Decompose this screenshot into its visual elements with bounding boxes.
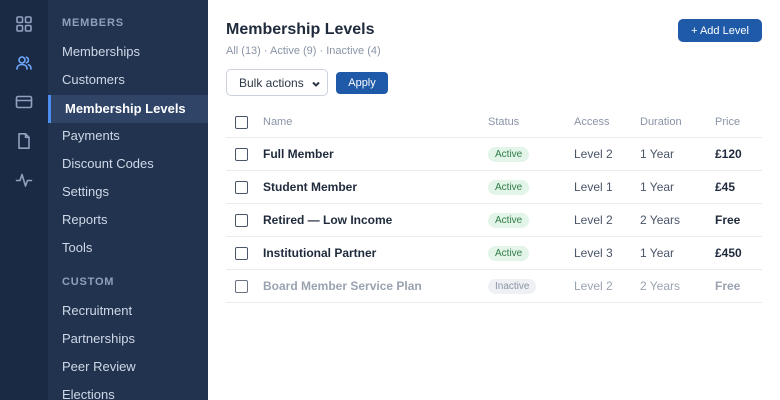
duration: 1 Year (640, 147, 675, 161)
row-check-cell (235, 237, 248, 269)
level-name[interactable]: Full Member (263, 138, 334, 170)
level-name[interactable]: Retired — Low Income (263, 204, 392, 236)
sidebar-item-recruitment[interactable]: Recruitment (48, 297, 208, 325)
apply-button[interactable]: Apply (336, 72, 388, 94)
duration: 1 Year (640, 180, 675, 194)
sidebar-item-tools[interactable]: Tools (48, 234, 208, 262)
status-badge: Active (488, 146, 530, 162)
page-title: Membership Levels (226, 21, 375, 38)
access-level: Level 2 (574, 213, 613, 227)
grid-icon[interactable] (14, 14, 34, 34)
column-header-price[interactable]: Price (715, 107, 740, 137)
access-level: Level 2 (574, 147, 613, 161)
sidebar-item-discount-codes[interactable]: Discount Codes (48, 150, 208, 178)
row-checkbox[interactable] (235, 213, 248, 227)
sidebar-item-payments[interactable]: Payments (48, 122, 208, 150)
add-level-button[interactable]: + Add Level (678, 19, 762, 42)
main-content: Membership Levels All (13) · Active (9) … (208, 0, 780, 400)
sidebar-item-partnerships[interactable]: Partnerships (48, 325, 208, 353)
select-all-cell (235, 107, 248, 137)
activity-icon[interactable] (14, 170, 34, 190)
access-level: Level 1 (574, 180, 613, 194)
row-checkbox[interactable] (235, 246, 248, 260)
sidebar-item-reports[interactable]: Reports (48, 206, 208, 234)
sidebar-heading-members: MEMBERS (62, 17, 124, 29)
row-checkbox[interactable] (235, 147, 248, 161)
status-cell: Inactive (488, 270, 537, 302)
column-header-name[interactable]: Name (263, 107, 292, 137)
duration: 2 Years (640, 213, 681, 227)
bulk-actions-label: Bulk actions (239, 75, 304, 90)
status-cell: Active (488, 204, 530, 236)
status-cell: Active (488, 138, 530, 170)
level-name[interactable]: Board Member Service Plan (263, 270, 422, 302)
sidebar-item-settings[interactable]: Settings (48, 178, 208, 206)
access-level: Level 2 (574, 279, 613, 293)
sidebar-item-memberships[interactable]: Memberships (48, 38, 208, 66)
icon-rail (0, 0, 48, 400)
sidebar: MEMBERS Memberships Customers Membership… (48, 0, 208, 400)
table-row[interactable]: Full Member Active Level 2 1 Year £120 (226, 138, 762, 171)
access-level: Level 3 (574, 246, 613, 260)
chevron-down-icon (311, 78, 321, 88)
sidebar-item-customers[interactable]: Customers (48, 66, 208, 94)
price: Free (715, 213, 741, 227)
table-row[interactable]: Retired — Low Income Active Level 2 2 Ye… (226, 204, 762, 237)
table-row[interactable]: Student Member Active Level 1 1 Year £45 (226, 171, 762, 204)
status-badge: Active (488, 212, 530, 228)
status-badge: Active (488, 245, 530, 261)
level-name[interactable]: Institutional Partner (263, 237, 376, 269)
table-header: Name Status Access Duration Price (226, 107, 762, 138)
row-check-cell (235, 204, 248, 236)
price: £450 (715, 246, 742, 260)
column-header-access[interactable]: Access (574, 107, 609, 137)
table-row[interactable]: Institutional Partner Active Level 3 1 Y… (226, 237, 762, 270)
price: Free (715, 279, 741, 293)
sidebar-heading-custom: CUSTOM (62, 276, 115, 288)
status-badge: Inactive (488, 278, 537, 294)
row-checkbox[interactable] (235, 180, 248, 194)
duration: 2 Years (640, 279, 681, 293)
row-check-cell (235, 270, 248, 302)
bulk-actions-select[interactable]: Bulk actions (226, 69, 328, 96)
status-filters[interactable]: All (13) · Active (9) · Inactive (4) (226, 45, 381, 57)
row-check-cell (235, 138, 248, 170)
status-badge: Active (488, 179, 530, 195)
document-icon[interactable] (14, 131, 34, 151)
price: £120 (715, 147, 742, 161)
table-row[interactable]: Board Member Service Plan Inactive Level… (226, 270, 762, 303)
row-check-cell (235, 171, 248, 203)
column-header-status[interactable]: Status (488, 107, 519, 137)
duration: 1 Year (640, 246, 675, 260)
column-header-duration[interactable]: Duration (640, 107, 682, 137)
card-icon[interactable] (14, 92, 34, 112)
select-all-checkbox[interactable] (235, 115, 248, 129)
row-checkbox[interactable] (235, 279, 248, 293)
users-icon[interactable] (14, 53, 34, 73)
status-cell: Active (488, 171, 530, 203)
sidebar-item-membership-levels[interactable]: Membership Levels (48, 95, 208, 123)
price: £45 (715, 180, 736, 194)
sidebar-item-elections[interactable]: Elections (48, 381, 208, 400)
levels-table: Name Status Access Duration Price Full M… (226, 107, 762, 303)
sidebar-item-peer-review[interactable]: Peer Review (48, 353, 208, 381)
level-name[interactable]: Student Member (263, 171, 357, 203)
status-cell: Active (488, 237, 530, 269)
